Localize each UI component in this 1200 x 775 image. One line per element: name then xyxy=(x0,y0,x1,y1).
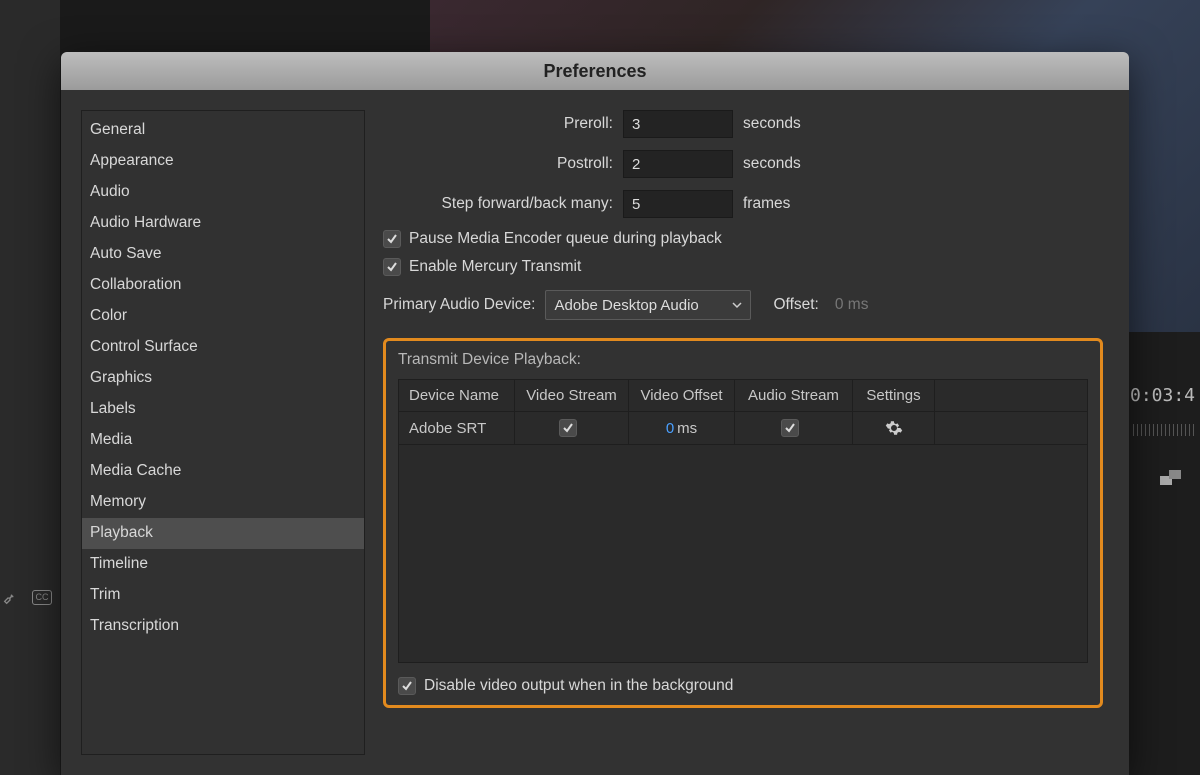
col-settings: Settings xyxy=(853,380,935,411)
sidebar-item-timeline[interactable]: Timeline xyxy=(82,549,364,580)
timecode-display: 00:03:4 xyxy=(1119,385,1195,406)
sidebar-item-audio-hardware[interactable]: Audio Hardware xyxy=(82,208,364,239)
cell-video-offset[interactable]: 0 ms xyxy=(629,412,735,444)
video-offset-unit: ms xyxy=(677,420,697,437)
primary-device-label: Primary Audio Device: xyxy=(383,296,535,314)
col-video-stream: Video Stream xyxy=(515,380,629,411)
sidebar-item-color[interactable]: Color xyxy=(82,301,364,332)
cell-device-name: Adobe SRT xyxy=(399,412,515,444)
cell-spacer xyxy=(935,412,1087,444)
step-input[interactable] xyxy=(623,190,733,218)
postroll-suffix: seconds xyxy=(743,155,801,173)
chevron-down-icon xyxy=(732,300,742,310)
pause-encoder-label: Pause Media Encoder queue during playbac… xyxy=(409,230,722,248)
col-video-offset: Video Offset xyxy=(629,380,735,411)
transmit-device-section: Transmit Device Playback: Device Name Vi… xyxy=(383,338,1103,708)
mercury-label: Enable Mercury Transmit xyxy=(409,258,581,276)
sidebar-item-general[interactable]: General xyxy=(82,115,364,146)
col-device-name: Device Name xyxy=(399,380,515,411)
offset-label: Offset: xyxy=(773,296,818,314)
dialog-title: Preferences xyxy=(543,61,646,82)
wrench-icon[interactable] xyxy=(2,590,18,606)
col-audio-stream: Audio Stream xyxy=(735,380,853,411)
disable-output-checkbox[interactable] xyxy=(398,677,416,695)
sidebar-item-labels[interactable]: Labels xyxy=(82,394,364,425)
primary-device-value: Adobe Desktop Audio xyxy=(554,297,698,314)
preroll-label: Preroll: xyxy=(383,115,623,133)
sidebar-item-transcription[interactable]: Transcription xyxy=(82,611,364,642)
sidebar-item-trim[interactable]: Trim xyxy=(82,580,364,611)
sidebar-item-memory[interactable]: Memory xyxy=(82,487,364,518)
cc-icon[interactable]: CC xyxy=(32,590,52,605)
table-row[interactable]: Adobe SRT 0 ms xyxy=(399,412,1087,445)
video-offset-num: 0 xyxy=(666,420,674,437)
time-ruler xyxy=(1133,424,1195,436)
pause-encoder-checkbox[interactable] xyxy=(383,230,401,248)
postroll-input[interactable] xyxy=(623,150,733,178)
preferences-sidebar: GeneralAppearanceAudioAudio HardwareAuto… xyxy=(81,110,365,755)
dialog-titlebar[interactable]: Preferences xyxy=(61,52,1129,90)
cell-audio-stream[interactable] xyxy=(735,412,853,444)
sidebar-item-audio[interactable]: Audio xyxy=(82,177,364,208)
cell-settings[interactable] xyxy=(853,412,935,444)
transmit-table-head: Device Name Video Stream Video Offset Au… xyxy=(399,380,1087,412)
step-suffix: frames xyxy=(743,195,790,213)
sidebar-item-media[interactable]: Media xyxy=(82,425,364,456)
preroll-input[interactable] xyxy=(623,110,733,138)
bg-left-panel: people a ltural ba kes it so ates the el… xyxy=(0,0,60,775)
video-stream-checkbox[interactable] xyxy=(559,419,577,437)
preferences-dialog: Preferences GeneralAppearanceAudioAudio … xyxy=(61,52,1129,775)
col-spacer xyxy=(935,380,1087,411)
cell-video-stream[interactable] xyxy=(515,412,629,444)
sidebar-item-auto-save[interactable]: Auto Save xyxy=(82,239,364,270)
preroll-suffix: seconds xyxy=(743,115,801,133)
sidebar-item-media-cache[interactable]: Media Cache xyxy=(82,456,364,487)
sidebar-item-collaboration[interactable]: Collaboration xyxy=(82,270,364,301)
step-label: Step forward/back many: xyxy=(383,195,623,213)
transmit-table: Device Name Video Stream Video Offset Au… xyxy=(398,379,1088,663)
sidebar-item-control-surface[interactable]: Control Surface xyxy=(82,332,364,363)
gear-icon[interactable] xyxy=(885,419,903,437)
offset-value: 0 ms xyxy=(835,296,869,314)
primary-device-dropdown[interactable]: Adobe Desktop Audio xyxy=(545,290,751,320)
sidebar-item-graphics[interactable]: Graphics xyxy=(82,363,364,394)
audio-stream-checkbox[interactable] xyxy=(781,419,799,437)
postroll-label: Postroll: xyxy=(383,155,623,173)
transmit-title: Transmit Device Playback: xyxy=(398,351,1088,369)
sidebar-item-appearance[interactable]: Appearance xyxy=(82,146,364,177)
bg-text-fragment: people a ltural ba kes it so ates the el… xyxy=(0,60,70,402)
sidebar-item-playback[interactable]: Playback xyxy=(82,518,364,549)
insert-clip-icon[interactable] xyxy=(1160,470,1182,493)
disable-output-label: Disable video output when in the backgro… xyxy=(424,677,733,695)
mercury-checkbox[interactable] xyxy=(383,258,401,276)
preferences-content: Preroll: seconds Postroll: seconds Step … xyxy=(377,110,1109,755)
